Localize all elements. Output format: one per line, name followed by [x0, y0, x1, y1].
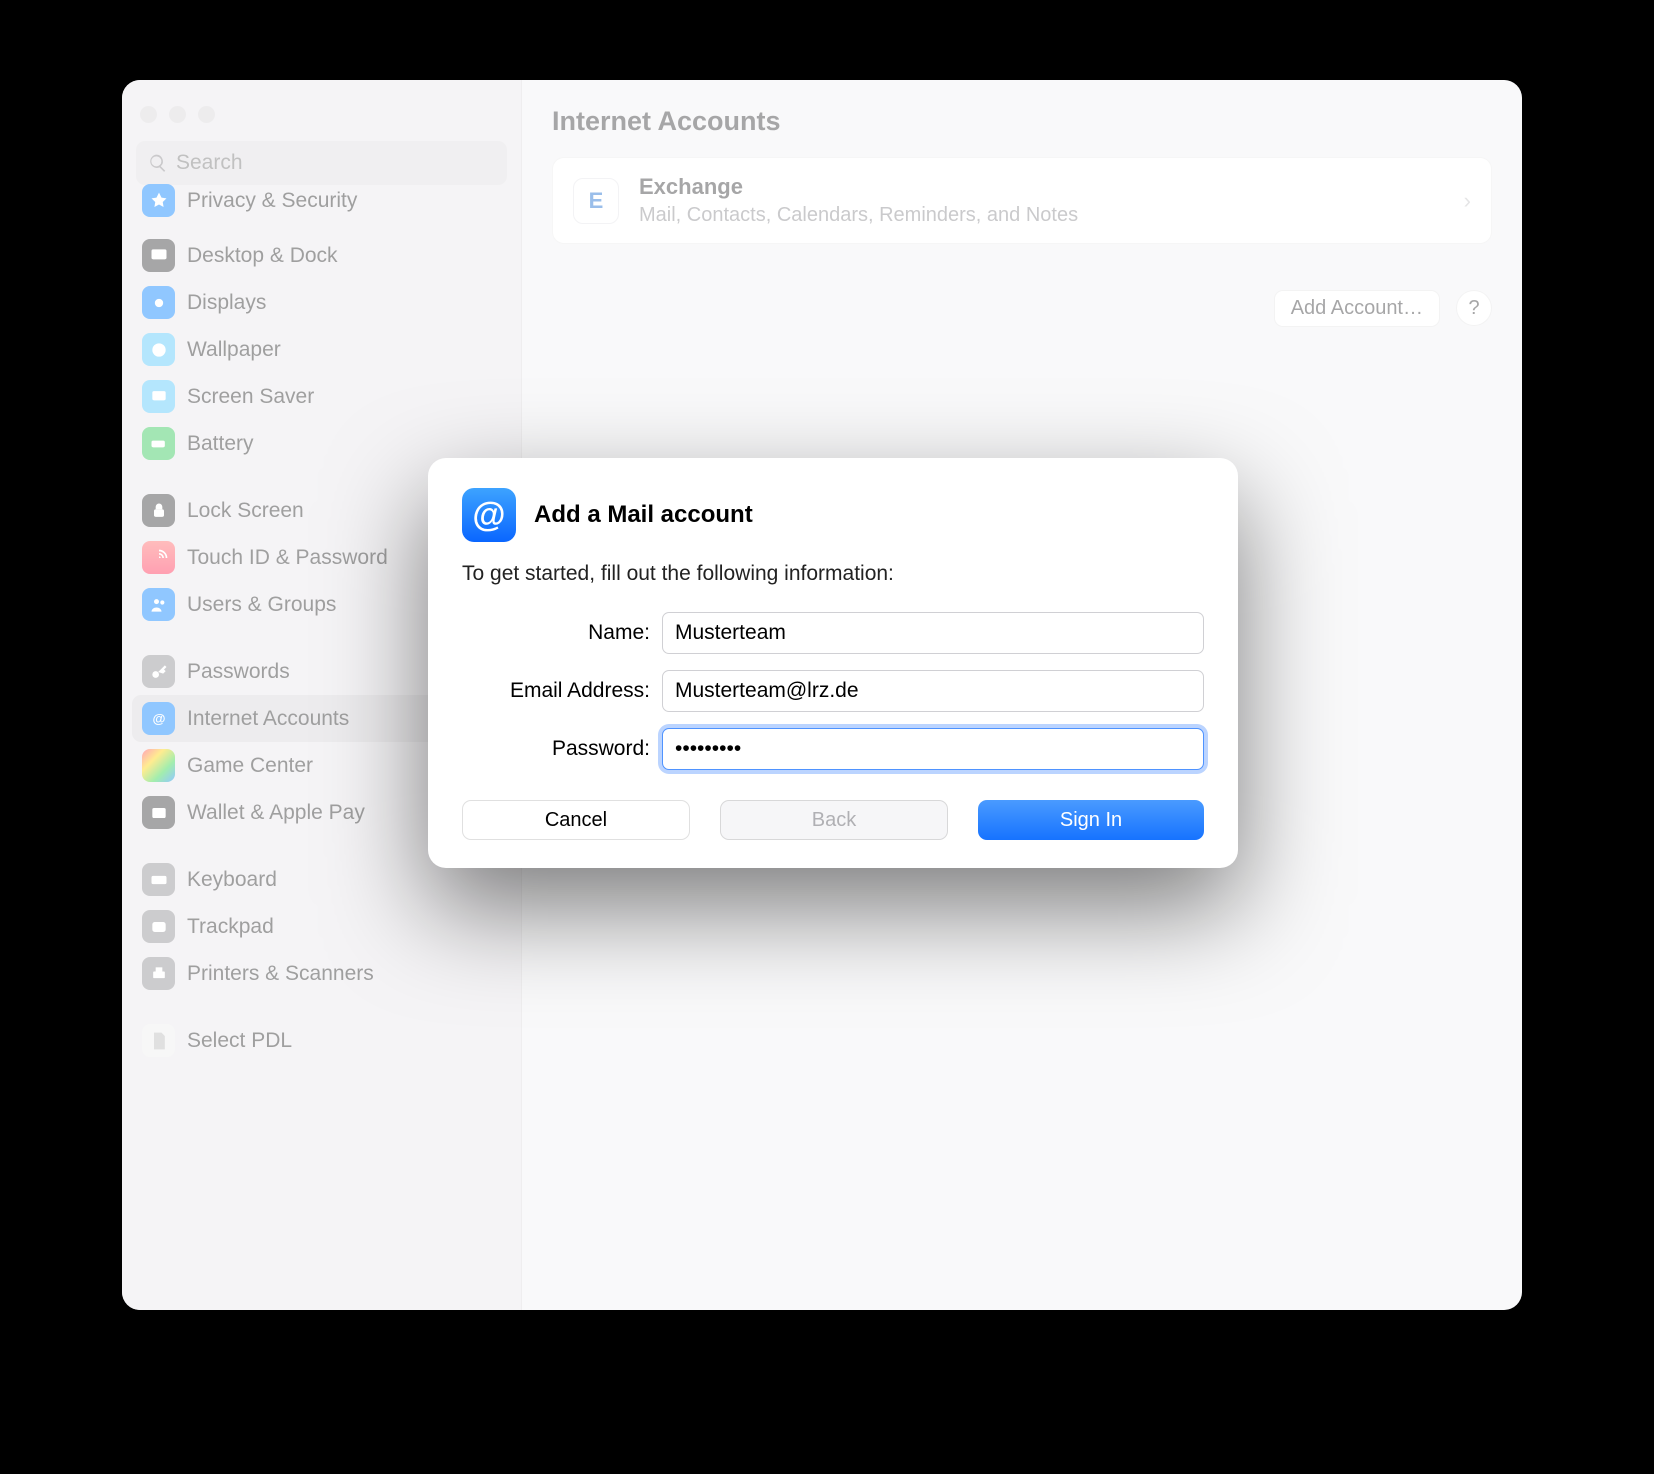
- account-services: Mail, Contacts, Calendars, Reminders, an…: [639, 204, 1078, 227]
- window-controls: [132, 92, 511, 141]
- sidebar-item-desktop-dock[interactable]: Desktop & Dock: [132, 232, 511, 279]
- minimize-window-icon[interactable]: [169, 106, 186, 123]
- sidebar-item-label: Desktop & Dock: [187, 244, 338, 268]
- trackpad-icon: [142, 910, 175, 943]
- sidebar-item-label: Game Center: [187, 754, 313, 778]
- name-label: Name:: [462, 621, 662, 645]
- sidebar-item-label: Battery: [187, 432, 254, 456]
- sign-in-button[interactable]: Sign In: [978, 800, 1204, 840]
- page-title: Internet Accounts: [552, 106, 1492, 137]
- sidebar-item-label: Users & Groups: [187, 593, 336, 617]
- sidebar-item-label: Internet Accounts: [187, 707, 349, 731]
- email-field[interactable]: [662, 670, 1204, 712]
- fingerprint-icon: [142, 541, 175, 574]
- wallpaper-icon: [142, 333, 175, 366]
- sidebar-item-label: Lock Screen: [187, 499, 304, 523]
- key-icon: [142, 655, 175, 688]
- sidebar-item-label: Select PDL: [187, 1029, 292, 1053]
- zoom-window-icon[interactable]: [198, 106, 215, 123]
- chevron-right-icon: ›: [1464, 188, 1471, 214]
- sidebar-item-label: Privacy & Security: [187, 189, 357, 213]
- hand-icon: [142, 184, 175, 217]
- help-button[interactable]: ?: [1456, 290, 1492, 326]
- search-input[interactable]: [176, 151, 495, 175]
- sidebar-item-privacy[interactable]: Privacy & Security: [132, 177, 511, 224]
- add-account-button[interactable]: Add Account…: [1274, 290, 1440, 327]
- gamecenter-icon: [142, 749, 175, 782]
- sidebar-item-select-pdl[interactable]: Select PDL: [132, 1017, 511, 1064]
- account-row-exchange[interactable]: E Exchange Mail, Contacts, Calendars, Re…: [552, 157, 1492, 244]
- sidebar-item-label: Wallet & Apple Pay: [187, 801, 365, 825]
- exchange-icon: E: [573, 178, 619, 224]
- password-label: Password:: [462, 737, 662, 761]
- mail-at-icon: @: [462, 488, 516, 542]
- battery-icon: [142, 427, 175, 460]
- cancel-button[interactable]: Cancel: [462, 800, 690, 840]
- search-icon: [148, 153, 168, 173]
- dialog-title: Add a Mail account: [534, 501, 753, 529]
- sidebar-item-label: Wallpaper: [187, 338, 281, 362]
- sidebar-item-label: Touch ID & Password: [187, 546, 388, 570]
- sidebar-item-displays[interactable]: Displays: [132, 279, 511, 326]
- dialog-description: To get started, fill out the following i…: [462, 562, 1204, 586]
- sidebar-item-screen-saver[interactable]: Screen Saver: [132, 373, 511, 420]
- add-mail-account-dialog: @ Add a Mail account To get started, fil…: [428, 458, 1238, 868]
- name-field[interactable]: [662, 612, 1204, 654]
- sidebar-item-label: Displays: [187, 291, 266, 315]
- printer-icon: [142, 957, 175, 990]
- sidebar-item-label: Printers & Scanners: [187, 962, 374, 986]
- lock-icon: [142, 494, 175, 527]
- close-window-icon[interactable]: [140, 106, 157, 123]
- sidebar-item-printers[interactable]: Printers & Scanners: [132, 950, 511, 997]
- screensaver-icon: [142, 380, 175, 413]
- sidebar-item-trackpad[interactable]: Trackpad: [132, 903, 511, 950]
- displays-icon: [142, 286, 175, 319]
- sidebar-item-label: Passwords: [187, 660, 290, 684]
- sidebar-item-wallpaper[interactable]: Wallpaper: [132, 326, 511, 373]
- users-icon: [142, 588, 175, 621]
- at-icon: @: [142, 702, 175, 735]
- back-button: Back: [720, 800, 948, 840]
- sidebar-item-label: Keyboard: [187, 868, 277, 892]
- svg-text:@: @: [152, 711, 165, 726]
- email-label: Email Address:: [462, 679, 662, 703]
- keyboard-icon: [142, 863, 175, 896]
- wallet-icon: [142, 796, 175, 829]
- document-icon: [142, 1024, 175, 1057]
- password-field[interactable]: [662, 728, 1204, 770]
- account-name: Exchange: [639, 174, 1078, 200]
- desktop-icon: [142, 239, 175, 272]
- sidebar-item-label: Screen Saver: [187, 385, 314, 409]
- sidebar-item-label: Trackpad: [187, 915, 274, 939]
